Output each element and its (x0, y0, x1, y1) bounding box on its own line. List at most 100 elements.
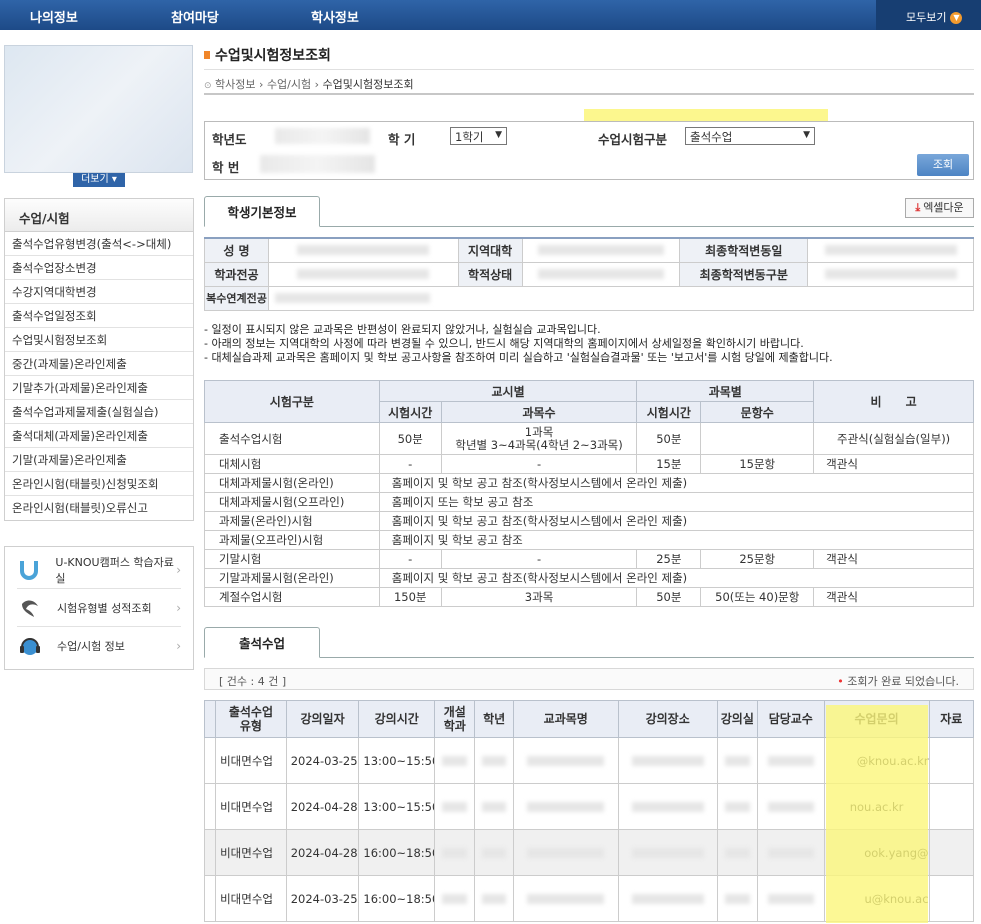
subjects-cell: - (440, 454, 638, 474)
breadcrumb-item[interactable]: 학사정보 (215, 78, 255, 91)
time-cell: 25분 (636, 549, 702, 569)
note-cell: 객관식 (813, 587, 974, 607)
header-time: 시험시간 (378, 401, 442, 423)
spacer-cell (204, 829, 216, 876)
nav-community[interactable]: 참여마당 (171, 7, 219, 26)
material-cell (928, 875, 974, 922)
menu-item[interactable]: 수업및시험정보조회 (5, 328, 193, 352)
quick-link-uknou[interactable]: U-KNOU캠퍼스 학습자료실 › (17, 551, 181, 589)
date-cell: 2024-03-25 (285, 875, 360, 922)
menu-item[interactable]: 출석수업유형변경(출석<->대체) (5, 232, 193, 256)
type-value: 출석수업 (690, 130, 733, 144)
quick-link-label: 수업/시험 정보 (57, 640, 125, 653)
header-dept: 개설 학과 (434, 700, 476, 738)
type-select[interactable]: 출석수업 ▼ (685, 127, 815, 145)
top-navigation: 나의정보 참여마당 학사정보 모두보기 ▼ (0, 0, 981, 30)
breadcrumb-separator-icon: › (259, 78, 264, 91)
place-cell (617, 875, 718, 922)
spacer-cell (204, 783, 216, 830)
name-value (267, 237, 459, 263)
dept-label: 학과전공 (204, 261, 269, 287)
time-cell: 16:00~18:50 (358, 829, 436, 876)
exam-type-cell: 과제물(오프라인)시험 (204, 530, 380, 550)
menu-item[interactable]: 기말(과제물)온라인제출 (5, 448, 193, 472)
quick-link-grades[interactable]: 시험유형별 성적조회 › (17, 589, 181, 627)
u-knou-logo-icon (17, 557, 41, 583)
table-row[interactable]: 비대면수업 2024-04-28 13:00~15:50 nou.ac.kr (204, 783, 974, 830)
status-value (521, 261, 681, 287)
table-row[interactable]: 비대면수업 2024-03-25 16:00~18:50 u@knou.ac (204, 875, 974, 922)
notice-item: - 대체실습과제 교과목은 홈페이지 및 학보 공고사항을 참조하여 미리 실습… (204, 351, 833, 364)
date-cell: 2024-03-25 (285, 737, 360, 784)
header-type: 출석수업 유형 (215, 700, 287, 738)
quick-link-label: U-KNOU캠퍼스 학습자료실 (55, 555, 174, 585)
download-icon: ⤓ (915, 201, 921, 214)
dept-value (267, 261, 459, 287)
chevron-down-icon: ▼ (495, 130, 502, 140)
exam-type-cell: 과제물(온라인)시험 (204, 511, 380, 531)
menu-item[interactable]: 온라인시험(태블릿)신청및조회 (5, 472, 193, 496)
time-cell: 50분 (636, 587, 702, 607)
basic-info-tabbar: 학생기본정보 ⤓ 엑셀다운 (204, 196, 974, 227)
subjects-cell: - (440, 549, 638, 569)
notice-item: - 일정이 표시되지 않은 교과목은 반편성이 완료되지 않았거나, 실험실습 … (204, 323, 601, 336)
header-room: 강의실 (716, 700, 758, 738)
grade-cell (474, 783, 514, 830)
chevron-down-icon: ▾ (111, 174, 117, 185)
menu-item[interactable]: 온라인시험(태블릿)오류신고 (5, 496, 193, 520)
side-menu-title: 수업/시험 (5, 199, 193, 232)
type-label: 수업시험구분 (598, 132, 668, 147)
nav-academic[interactable]: 학사정보 (311, 7, 359, 26)
room-cell (716, 829, 758, 876)
table-row[interactable]: 비대면수업 2024-04-28 16:00~18:50 ook.yang@ (204, 829, 974, 876)
place-cell (617, 783, 718, 830)
time-cell: 15분 (636, 454, 702, 474)
header-place: 강의장소 (617, 700, 718, 738)
time-cell: - (378, 454, 442, 474)
chevron-down-icon: ▼ (803, 130, 810, 140)
menu-item[interactable]: 출석수업장소변경 (5, 256, 193, 280)
menu-item[interactable]: 출석수업과제물제출(실험실습) (5, 400, 193, 424)
last-change-date-label: 최종학적변동일 (679, 237, 809, 263)
header-material: 자료 (928, 700, 974, 738)
query-button[interactable]: 조회 (917, 154, 969, 176)
menu-item[interactable]: 출석수업일정조회 (5, 304, 193, 328)
breadcrumb: ⊙ 학사정보 › 수업/시험 › 수업및시험정보조회 (204, 69, 974, 95)
search-panel: 학년도 학 기 1학기 ▼ 수업시험구분 출석수업 ▼ 학 번 조회 (204, 121, 974, 180)
exam-type-cell: 계절수업시험 (204, 587, 380, 607)
contact-cell: @knou.ac.kr (823, 737, 930, 784)
menu-item[interactable]: 출석대체(과제물)온라인제출 (5, 424, 193, 448)
date-cell: 2024-04-28 (285, 829, 360, 876)
menu-item[interactable]: 수강지역대학변경 (5, 280, 193, 304)
course-cell (512, 829, 619, 876)
page-title-text: 수업및시험정보조회 (215, 48, 331, 64)
menu-item[interactable]: 중간(과제물)온라인제출 (5, 352, 193, 376)
subjects-line: 1과목 (524, 424, 554, 439)
more-button[interactable]: 더보기 ▾ (73, 173, 125, 187)
attendance-table: 출석수업 유형 강의일자 강의시간 개설 학과 학년 교과목명 강의장소 강의실… (204, 700, 974, 922)
semester-value: 1학기 (455, 130, 484, 144)
result-count: [ 건수 : 4 건 ] (219, 675, 287, 688)
left-sidebar: 더보기 ▾ 수업/시험 출석수업유형변경(출석<->대체) 출석수업장소변경 수… (4, 45, 194, 670)
table-row[interactable]: 비대면수업 2024-03-25 13:00~15:50 @knou.ac.kr (204, 737, 974, 784)
grade-cell (474, 829, 514, 876)
note-cell: 객관식 (813, 549, 974, 569)
breadcrumb-item[interactable]: 수업/시험 (267, 78, 311, 91)
excel-download-button[interactable]: ⤓ 엑셀다운 (905, 198, 974, 218)
menu-item[interactable]: 기말추가(과제물)온라인제출 (5, 376, 193, 400)
tab-basic-info[interactable]: 학생기본정보 (204, 196, 320, 227)
subjects-cell: 3과목 (440, 587, 638, 607)
exam-type-cell: 출석수업시험 (204, 422, 380, 455)
nav-my-info[interactable]: 나의정보 (30, 7, 78, 26)
merged-cell: 홈페이지 및 학보 공고 참조(학사정보시스템에서 온라인 제출) (378, 568, 975, 588)
year-value-redacted (275, 128, 370, 144)
view-all-button[interactable]: 모두보기 ▼ (876, 0, 981, 30)
quick-link-info[interactable]: 수업/시험 정보 › (17, 627, 181, 665)
semester-select[interactable]: 1학기 ▼ (450, 127, 507, 145)
header-grade: 학년 (474, 700, 514, 738)
year-label: 학년도 (212, 132, 247, 147)
tab-attendance[interactable]: 출석수업 (204, 627, 320, 658)
region-label: 지역대학 (457, 237, 523, 263)
main-content: 수업및시험정보조회 ⊙ 학사정보 › 수업/시험 › 수업및시험정보조회 학년도… (204, 45, 975, 923)
chevron-right-icon: › (176, 600, 181, 615)
